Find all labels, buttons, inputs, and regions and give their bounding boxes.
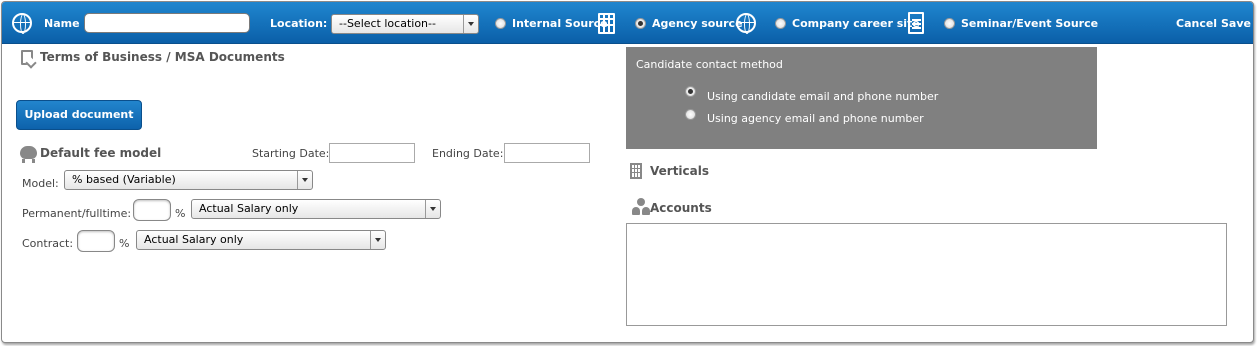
document-icon bbox=[908, 12, 924, 34]
fee-model-title: Default fee model bbox=[40, 146, 162, 160]
contract-percent-input[interactable] bbox=[77, 230, 115, 252]
agency-source-radio[interactable] bbox=[635, 18, 646, 29]
contract-basis-select[interactable]: Actual Salary only bbox=[136, 230, 386, 250]
seminar-event-source-label[interactable]: Seminar/Event Source bbox=[961, 17, 1098, 30]
seminar-event-source-radio[interactable] bbox=[944, 18, 955, 29]
permanent-percent-sign: % bbox=[175, 207, 186, 220]
candidate-contact-label[interactable]: Using candidate email and phone number bbox=[707, 90, 938, 103]
piggy-bank-icon bbox=[20, 146, 37, 163]
verticals-title: Verticals bbox=[650, 164, 710, 178]
permanent-basis-value: Actual Salary only bbox=[199, 202, 299, 215]
agency-contact-label[interactable]: Using agency email and phone number bbox=[707, 112, 924, 125]
permanent-percent-input[interactable] bbox=[133, 199, 171, 221]
building-icon bbox=[598, 13, 615, 34]
name-label: Name bbox=[44, 17, 80, 30]
accounts-title: Accounts bbox=[650, 201, 712, 215]
document-download-icon bbox=[21, 50, 33, 65]
location-select[interactable]: --Select location-- bbox=[331, 14, 479, 34]
ending-date-input[interactable] bbox=[504, 143, 590, 163]
permanent-label: Permanent/fulltime: bbox=[22, 207, 132, 220]
model-select[interactable]: % based (Variable) bbox=[64, 170, 313, 190]
starting-date-input[interactable] bbox=[329, 143, 415, 163]
location-label: Location: bbox=[270, 17, 328, 30]
agency-contact-radio[interactable] bbox=[685, 109, 696, 120]
permanent-basis-select[interactable]: Actual Salary only bbox=[191, 199, 441, 219]
users-icon bbox=[632, 198, 650, 216]
source-editor-panel: Name Location: --Select location-- Inter… bbox=[1, 1, 1254, 343]
building-icon bbox=[630, 163, 642, 179]
candidate-contact-method-panel: Candidate contact method Using candidate… bbox=[626, 47, 1097, 149]
globe-icon bbox=[736, 13, 756, 34]
ending-date-label: Ending Date: bbox=[432, 147, 504, 160]
internal-source-radio[interactable] bbox=[495, 18, 506, 29]
contract-basis-value: Actual Salary only bbox=[144, 233, 244, 246]
save-button[interactable]: Save bbox=[1221, 17, 1251, 30]
company-career-site-label[interactable]: Company career site bbox=[792, 17, 920, 30]
terms-title: Terms of Business / MSA Documents bbox=[40, 50, 285, 64]
globe-icon bbox=[12, 13, 32, 34]
candidate-contact-radio[interactable] bbox=[685, 86, 696, 97]
contact-method-title: Candidate contact method bbox=[636, 58, 783, 71]
internal-source-label[interactable]: Internal Source bbox=[512, 17, 608, 30]
model-select-value: % based (Variable) bbox=[72, 173, 176, 186]
chevron-down-icon bbox=[425, 200, 440, 218]
upload-document-button[interactable]: Upload document bbox=[16, 100, 142, 130]
agency-source-label[interactable]: Agency source bbox=[652, 17, 743, 30]
name-input[interactable] bbox=[84, 13, 250, 33]
model-label: Model: bbox=[22, 177, 59, 190]
chevron-down-icon bbox=[370, 231, 385, 249]
contract-percent-sign: % bbox=[119, 237, 130, 250]
accounts-list[interactable] bbox=[626, 223, 1227, 326]
location-select-value: --Select location-- bbox=[339, 17, 436, 30]
chevron-down-icon bbox=[297, 171, 312, 189]
cancel-button[interactable]: Cancel bbox=[1176, 17, 1217, 30]
chevron-down-icon bbox=[463, 15, 478, 33]
company-career-site-radio[interactable] bbox=[775, 18, 786, 29]
starting-date-label: Starting Date: bbox=[252, 147, 330, 160]
header-bar: Name Location: --Select location-- Inter… bbox=[2, 2, 1253, 44]
contract-label: Contract: bbox=[22, 237, 74, 250]
